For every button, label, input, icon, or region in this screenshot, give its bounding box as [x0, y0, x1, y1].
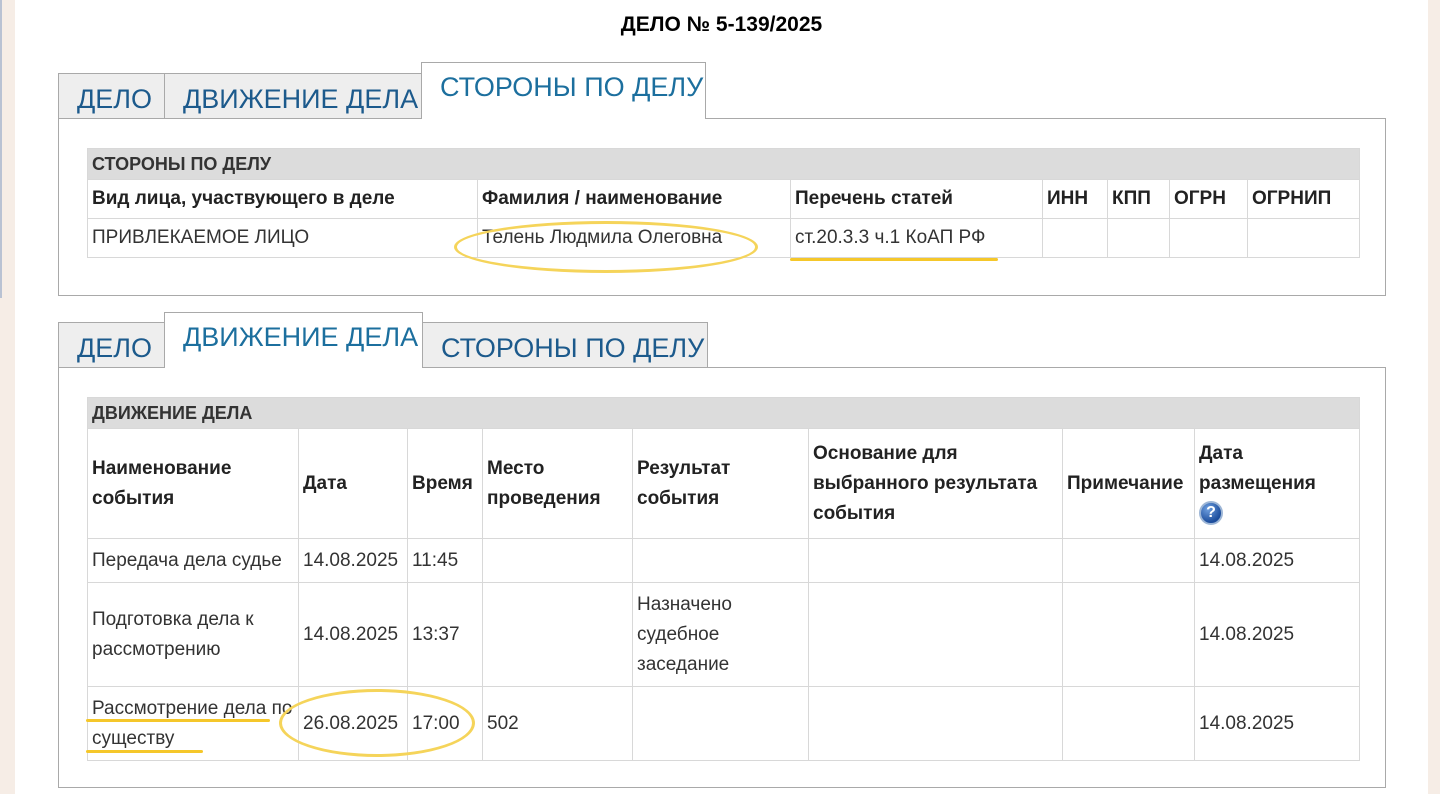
event-place: 502: [482, 686, 633, 761]
party-articles: ст.20.3.3 ч.1 КоАП РФ: [790, 218, 1043, 258]
help-question-icon[interactable]: ?: [1199, 501, 1223, 526]
event-date: 14.08.2025: [298, 538, 408, 583]
event-date: 14.08.2025: [298, 582, 408, 687]
event-result: [632, 686, 809, 761]
parties-header-kpp: КПП: [1107, 179, 1170, 219]
parties-panel: СТОРОНЫ ПО ДЕЛУ Вид лица, участвующего в…: [58, 118, 1386, 296]
event-name: Передача дела судье: [87, 538, 299, 583]
event-name: Рассмотрение дела по существу: [87, 686, 299, 761]
parties-header-name: Фамилия / наименование: [477, 179, 791, 219]
event-note: [1062, 686, 1195, 761]
parties-header-ogrn: ОГРН: [1169, 179, 1248, 219]
posted-date-label: Дата размещения: [1199, 442, 1316, 494]
event-posted-date: 14.08.2025: [1193, 538, 1361, 583]
case-title: ДЕЛО № 5-139/2025: [620, 13, 823, 36]
event-note: [1062, 582, 1195, 687]
tab-movement[interactable]: ДВИЖЕНИЕ ДЕЛА: [164, 73, 422, 118]
event-note: [1062, 538, 1195, 583]
event-basis: [808, 538, 1063, 583]
parties-header-role: Вид лица, участвующего в деле: [87, 179, 478, 219]
table-row: Передача дела судье 14.08.2025 11:45 14.…: [87, 538, 1361, 583]
page: ДЕЛО № 5-139/2025 ДЕЛО ДВИЖЕНИЕ ДЕЛА СТО…: [15, 0, 1428, 794]
party-name: Телень Людмила Олеговна: [477, 218, 791, 258]
event-posted-date: 14.08.2025: [1193, 582, 1361, 687]
tab-movement-2[interactable]: ДВИЖЕНИЕ ДЕЛА: [164, 312, 423, 368]
event-date: 26.08.2025: [298, 686, 408, 761]
party-inn: [1042, 218, 1108, 258]
table-row: Рассмотрение дела по существу 26.08.2025…: [87, 686, 1361, 761]
party-ogrn: [1169, 218, 1248, 258]
event-result: [632, 538, 809, 583]
parties-header-ogrnip: ОГРНИП: [1246, 179, 1361, 219]
event-basis: [808, 686, 1063, 761]
table-row: Подготовка дела к рассмотрению 14.08.202…: [87, 582, 1361, 687]
movement-header-time: Время: [407, 428, 483, 539]
event-place: [482, 582, 633, 687]
movement-table: ДВИЖЕНИЕ ДЕЛА Наименование события Дата …: [86, 397, 1361, 761]
movement-header-event: Наименование события: [87, 428, 299, 539]
movement-caption: ДВИЖЕНИЕ ДЕЛА: [86, 397, 1361, 429]
tab-case[interactable]: ДЕЛО: [58, 73, 165, 118]
parties-header-inn: ИНН: [1042, 179, 1108, 219]
event-time: 11:45: [407, 538, 483, 583]
movement-header-date: Дата: [298, 428, 408, 539]
event-result: Назначено судебное заседание: [632, 582, 809, 687]
event-time: 13:37: [407, 582, 483, 687]
party-kpp: [1107, 218, 1170, 258]
tab-parties-2[interactable]: СТОРОНЫ ПО ДЕЛУ: [422, 322, 708, 368]
parties-table: СТОРОНЫ ПО ДЕЛУ Вид лица, участвующего в…: [86, 148, 1361, 258]
movement-panel: ДВИЖЕНИЕ ДЕЛА Наименование события Дата …: [58, 367, 1386, 788]
event-name: Подготовка дела к рассмотрению: [87, 582, 299, 687]
movement-header-basis: Основание для выбранного результата собы…: [808, 428, 1063, 539]
event-basis: [808, 582, 1063, 687]
party-role: ПРИВЛЕКАЕМОЕ ЛИЦО: [87, 218, 478, 258]
table-row: ПРИВЛЕКАЕМОЕ ЛИЦО Телень Людмила Олеговн…: [87, 218, 1361, 258]
movement-header-place: Место проведения: [482, 428, 633, 539]
left-edge-rule: [0, 0, 2, 298]
event-time: 17:00: [407, 686, 483, 761]
movement-header-posted-date: Дата размещения ?: [1193, 428, 1361, 539]
event-place: [482, 538, 633, 583]
movement-header-note: Примечание: [1062, 428, 1195, 539]
movement-header-result: Результат события: [632, 428, 809, 539]
tab-parties[interactable]: СТОРОНЫ ПО ДЕЛУ: [421, 62, 706, 119]
party-ogrnip: [1246, 218, 1361, 258]
tab-case-2[interactable]: ДЕЛО: [58, 322, 165, 368]
event-posted-date: 14.08.2025: [1193, 686, 1361, 761]
parties-header-articles: Перечень статей: [790, 179, 1043, 219]
parties-caption: СТОРОНЫ ПО ДЕЛУ: [86, 148, 1361, 180]
